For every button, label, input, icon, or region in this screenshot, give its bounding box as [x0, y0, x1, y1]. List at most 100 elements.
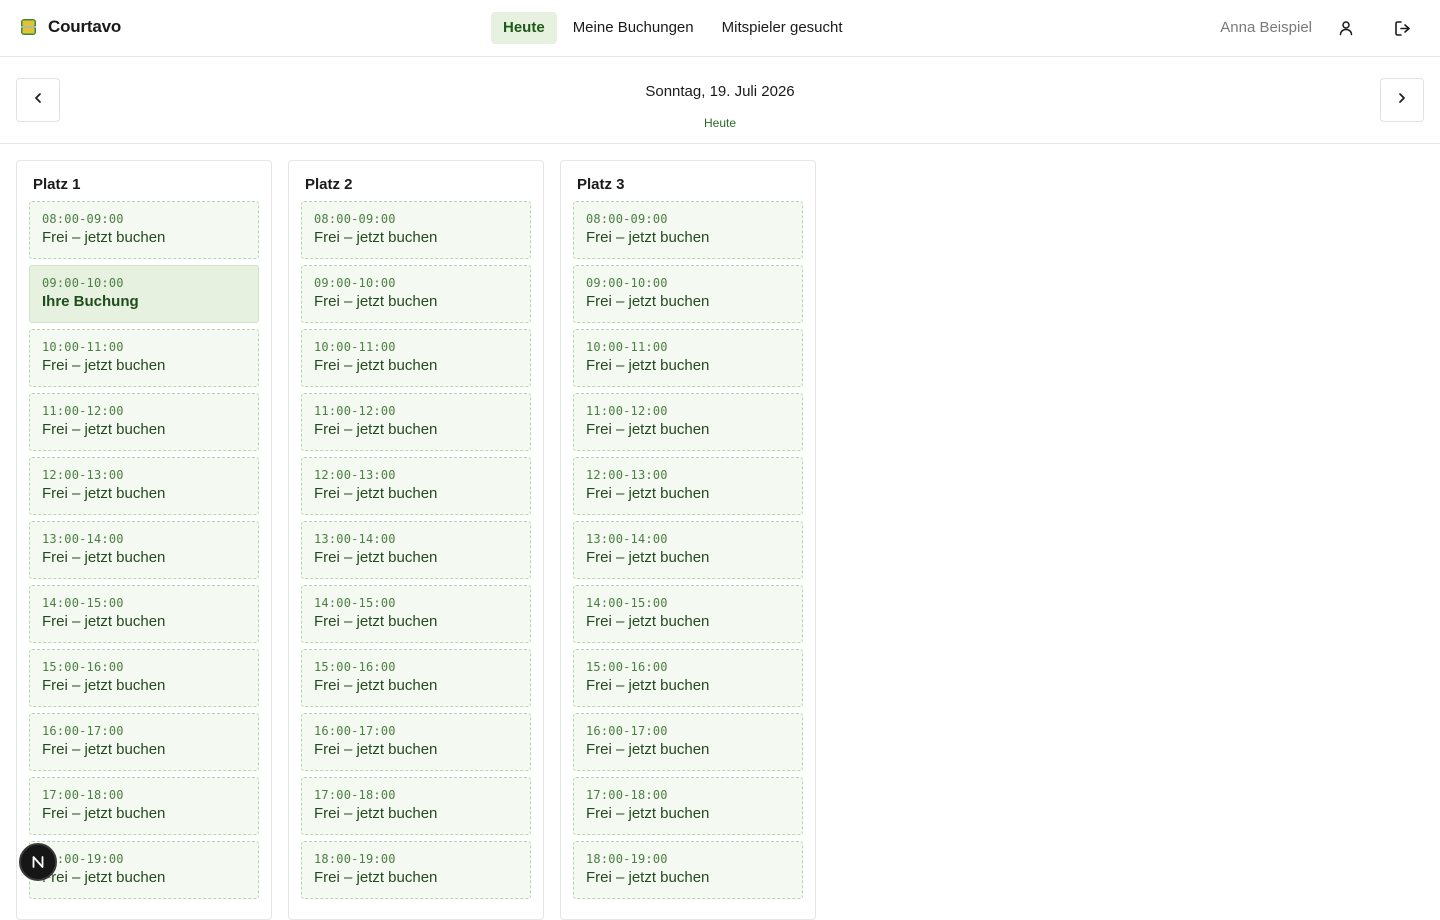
slot-time: 18:00-19:00	[586, 852, 668, 866]
available-slot[interactable]: 18:00-19:00 Frei – jetzt buchen	[29, 841, 259, 899]
available-slot[interactable]: 16:00-17:00 Frei – jetzt buchen	[29, 713, 259, 771]
slot-status: Frei – jetzt buchen	[586, 741, 710, 758]
next-day-button[interactable]	[1380, 78, 1424, 122]
app-name: Courtavo	[48, 17, 122, 36]
slot-time: 12:00-13:00	[314, 468, 396, 482]
booked-slot[interactable]: 09:00-10:00 Ihre Buchung	[29, 265, 259, 323]
available-slot[interactable]: 09:00-10:00 Frei – jetzt buchen	[573, 265, 803, 323]
slot-time: 16:00-17:00	[314, 724, 396, 738]
available-slot[interactable]: 12:00-13:00 Frei – jetzt buchen	[301, 457, 531, 515]
available-slot[interactable]: 13:00-14:00 Frei – jetzt buchen	[29, 521, 259, 579]
main-nav: Heute Meine Buchungen Mitspieler gesucht	[491, 12, 859, 44]
slot-status: Frei – jetzt buchen	[314, 677, 438, 694]
slot-time: 10:00-11:00	[586, 340, 668, 354]
available-slot[interactable]: 15:00-16:00 Frei – jetzt buchen	[301, 649, 531, 707]
brand[interactable]: Courtavo	[20, 17, 121, 37]
slot-time: 13:00-14:00	[42, 532, 124, 546]
slot-time: 09:00-10:00	[314, 276, 396, 290]
slot-status: Frei – jetzt buchen	[314, 805, 438, 822]
slot-status: Frei – jetzt buchen	[314, 421, 438, 438]
slot-status: Frei – jetzt buchen	[42, 677, 166, 694]
slot-status: Frei – jetzt buchen	[586, 229, 710, 246]
available-slot[interactable]: 16:00-17:00 Frei – jetzt buchen	[301, 713, 531, 771]
court-column-3: Platz 3 08:00-09:00 Frei – jetzt buchen 09…	[560, 160, 816, 920]
available-slot[interactable]: 18:00-19:00 Frei – jetzt buchen	[301, 841, 531, 899]
slot-time: 11:00-12:00	[586, 404, 668, 418]
slot-time: 15:00-16:00	[586, 660, 668, 674]
available-slot[interactable]: 12:00-13:00 Frei – jetzt buchen	[573, 457, 803, 515]
available-slot[interactable]: 08:00-09:00 Frei – jetzt buchen	[29, 201, 259, 259]
available-slot[interactable]: 11:00-12:00 Frei – jetzt buchen	[573, 393, 803, 451]
slot-status: Frei – jetzt buchen	[42, 229, 166, 246]
nav-item-mitspieler-gesucht[interactable]: Mitspieler gesucht	[710, 12, 855, 44]
tennis-court-logo-icon	[20, 18, 37, 36]
user-name: Anna Beispiel	[1220, 19, 1312, 36]
available-slot[interactable]: 15:00-16:00 Frei – jetzt buchen	[573, 649, 803, 707]
slot-status: Frei – jetzt buchen	[314, 741, 438, 758]
available-slot[interactable]: 13:00-14:00 Frei – jetzt buchen	[573, 521, 803, 579]
nav-item-meine-buchungen[interactable]: Meine Buchungen	[561, 12, 706, 44]
slot-status: Frei – jetzt buchen	[42, 613, 166, 630]
slot-list: 08:00-09:00 Frei – jetzt buchen 09:00-10:0…	[29, 201, 259, 905]
slot-time: 13:00-14:00	[314, 532, 396, 546]
nav-item-heute[interactable]: Heute	[491, 12, 557, 44]
slot-time: 17:00-18:00	[42, 788, 124, 802]
slot-status: Frei – jetzt buchen	[586, 869, 710, 886]
slot-time: 11:00-12:00	[42, 404, 124, 418]
slot-status: Frei – jetzt buchen	[42, 357, 166, 374]
available-slot[interactable]: 14:00-15:00 Frei – jetzt buchen	[301, 585, 531, 643]
logout-icon[interactable]	[1391, 17, 1413, 39]
slot-status: Frei – jetzt buchen	[586, 293, 710, 310]
available-slot[interactable]: 18:00-19:00 Frei – jetzt buchen	[573, 841, 803, 899]
person-icon[interactable]	[1335, 17, 1357, 39]
court-title: Platz 2	[305, 176, 353, 193]
slot-status: Frei – jetzt buchen	[42, 485, 166, 502]
available-slot[interactable]: 14:00-15:00 Frei – jetzt buchen	[29, 585, 259, 643]
slot-time: 18:00-19:00	[42, 852, 124, 866]
available-slot[interactable]: 10:00-11:00 Frei – jetzt buchen	[573, 329, 803, 387]
court-title: Platz 3	[577, 176, 625, 193]
slot-status: Frei – jetzt buchen	[314, 229, 438, 246]
available-slot[interactable]: 17:00-18:00 Frei – jetzt buchen	[301, 777, 531, 835]
available-slot[interactable]: 17:00-18:00 Frei – jetzt buchen	[29, 777, 259, 835]
slot-status: Frei – jetzt buchen	[586, 805, 710, 822]
available-slot[interactable]: 14:00-15:00 Frei – jetzt buchen	[573, 585, 803, 643]
slot-status: Frei – jetzt buchen	[42, 549, 166, 566]
slot-status: Frei – jetzt buchen	[586, 613, 710, 630]
available-slot[interactable]: 11:00-12:00 Frei – jetzt buchen	[29, 393, 259, 451]
chevron-right-icon	[1397, 91, 1407, 109]
available-slot[interactable]: 16:00-17:00 Frei – jetzt buchen	[573, 713, 803, 771]
available-slot[interactable]: 08:00-09:00 Frei – jetzt buchen	[301, 201, 531, 259]
available-slot[interactable]: 17:00-18:00 Frei – jetzt buchen	[573, 777, 803, 835]
slot-time: 08:00-09:00	[586, 212, 668, 226]
slot-status: Frei – jetzt buchen	[42, 805, 166, 822]
available-slot[interactable]: 08:00-09:00 Frei – jetzt buchen	[573, 201, 803, 259]
slot-time: 08:00-09:00	[42, 212, 124, 226]
today-indicator: Heute	[703, 116, 737, 130]
slot-time: 08:00-09:00	[314, 212, 396, 226]
slot-time: 14:00-15:00	[586, 596, 668, 610]
slot-time: 11:00-12:00	[314, 404, 396, 418]
slot-status: Frei – jetzt buchen	[42, 869, 166, 886]
slot-status: Frei – jetzt buchen	[586, 357, 710, 374]
available-slot[interactable]: 10:00-11:00 Frei – jetzt buchen	[301, 329, 531, 387]
slot-time: 14:00-15:00	[314, 596, 396, 610]
court-column-2: Platz 2 08:00-09:00 Frei – jetzt buchen 09…	[288, 160, 544, 920]
slot-status: Frei – jetzt buchen	[314, 357, 438, 374]
available-slot[interactable]: 09:00-10:00 Frei – jetzt buchen	[301, 265, 531, 323]
available-slot[interactable]: 12:00-13:00 Frei – jetzt buchen	[29, 457, 259, 515]
slot-status: Frei – jetzt buchen	[314, 293, 438, 310]
available-slot[interactable]: 15:00-16:00 Frei – jetzt buchen	[29, 649, 259, 707]
available-slot[interactable]: 10:00-11:00 Frei – jetzt buchen	[29, 329, 259, 387]
slot-status: Frei – jetzt buchen	[42, 741, 166, 758]
slot-time: 09:00-10:00	[586, 276, 668, 290]
available-slot[interactable]: 11:00-12:00 Frei – jetzt buchen	[301, 393, 531, 451]
slot-time: 14:00-15:00	[42, 596, 124, 610]
n-badge-icon[interactable]	[19, 843, 57, 881]
slot-time: 13:00-14:00	[586, 532, 668, 546]
slot-time: 15:00-16:00	[314, 660, 396, 674]
available-slot[interactable]: 13:00-14:00 Frei – jetzt buchen	[301, 521, 531, 579]
slot-status: Frei – jetzt buchen	[314, 549, 438, 566]
top-navigation-bar: Courtavo Heute Meine Buchungen Mitspiele…	[0, 0, 1440, 57]
court-title: Platz 1	[33, 176, 81, 193]
